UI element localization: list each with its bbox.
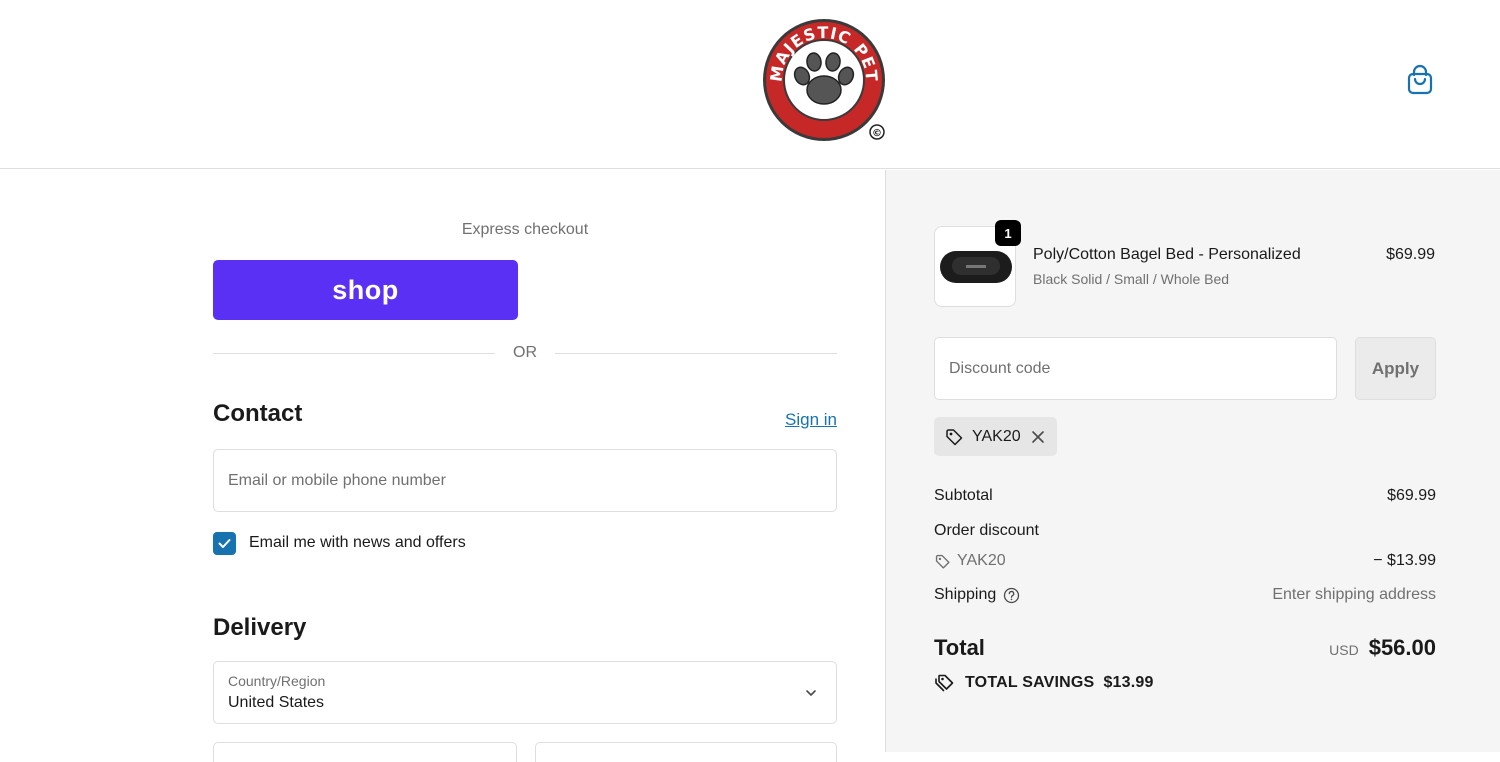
total-amount: $56.00 bbox=[1368, 635, 1436, 660]
apply-discount-button[interactable]: Apply bbox=[1355, 337, 1436, 400]
apply-button-label: Apply bbox=[1371, 358, 1420, 378]
contact-title: Contact bbox=[213, 400, 303, 427]
tag-icon bbox=[946, 428, 963, 445]
divider-line-right bbox=[555, 353, 837, 354]
newsletter-checkbox[interactable] bbox=[213, 531, 236, 555]
country-select-label: Country/Region bbox=[228, 673, 326, 689]
email-field bbox=[213, 449, 837, 512]
product-price: $69.99 bbox=[1386, 246, 1435, 263]
chevron-down-icon bbox=[806, 690, 816, 696]
help-icon[interactable] bbox=[1003, 587, 1020, 604]
newsletter-label: Email me with news and offers bbox=[249, 534, 466, 551]
order-summary: 1 Poly/Cotton Bagel Bed - Personalized B… bbox=[885, 170, 1500, 752]
discount-code-input[interactable] bbox=[949, 338, 1324, 399]
first-name-field[interactable] bbox=[213, 742, 517, 762]
total-label: Total bbox=[934, 635, 985, 660]
shipping-row: Shipping Enter shipping address bbox=[934, 586, 1436, 604]
shopping-bag-icon[interactable] bbox=[1405, 64, 1435, 96]
tag-icon bbox=[935, 554, 950, 569]
subtotal-label: Subtotal bbox=[934, 487, 993, 504]
savings-label: TOTAL SAVINGS bbox=[965, 674, 1095, 691]
order-discount-label: Order discount bbox=[934, 522, 1039, 539]
product-name: Poly/Cotton Bagel Bed - Personalized bbox=[1033, 246, 1301, 263]
discount-amount: − $13.99 bbox=[1373, 552, 1436, 569]
header: MAJESTIC PET EST.1994 © bbox=[0, 0, 1500, 169]
or-divider: OR bbox=[213, 344, 837, 364]
divider-line-left bbox=[213, 353, 495, 354]
email-input[interactable] bbox=[228, 450, 818, 511]
total-savings: TOTAL SAVINGS $13.99 bbox=[934, 673, 1154, 693]
bagel-bed-image bbox=[940, 251, 1012, 283]
shipping-label: Shipping bbox=[934, 586, 997, 603]
express-checkout-label: Express checkout bbox=[461, 221, 589, 238]
remove-discount-icon[interactable] bbox=[1031, 430, 1045, 444]
savings-tag-icon bbox=[935, 674, 954, 692]
product-variant: Black Solid / Small / Whole Bed bbox=[1033, 271, 1230, 287]
logo-copyright-mark: © bbox=[872, 128, 882, 139]
checkout-form: Express checkout shop OR Contact Sign in… bbox=[0, 170, 885, 762]
shop-pay-label: shop bbox=[332, 274, 399, 305]
discount-code-row: YAK20 − $13.99 bbox=[934, 552, 1436, 575]
country-select[interactable]: Country/Region United States bbox=[213, 661, 837, 724]
subtotal-value: $69.99 bbox=[1387, 487, 1436, 504]
last-name-field[interactable] bbox=[535, 742, 837, 762]
or-divider-text: OR bbox=[513, 344, 537, 361]
discount-field bbox=[934, 337, 1337, 400]
sign-in-link[interactable]: Sign in bbox=[785, 410, 837, 430]
applied-discount-code: YAK20 bbox=[972, 427, 1021, 445]
shop-pay-button[interactable]: shop bbox=[213, 260, 518, 320]
shipping-value: Enter shipping address bbox=[1272, 586, 1436, 603]
majestic-pet-logo[interactable]: MAJESTIC PET EST.1994 © bbox=[760, 16, 888, 144]
total-row: Total USD $56.00 bbox=[934, 635, 1436, 665]
delivery-title: Delivery bbox=[213, 614, 307, 641]
currency-code: USD bbox=[1329, 642, 1359, 658]
newsletter-option[interactable]: Email me with news and offers bbox=[213, 531, 466, 555]
quantity-badge: 1 bbox=[995, 220, 1021, 246]
applied-discount-tag: YAK20 bbox=[934, 417, 1057, 456]
country-select-value: United States bbox=[228, 694, 325, 711]
check-icon bbox=[218, 538, 231, 548]
savings-value: $13.99 bbox=[1103, 674, 1154, 691]
subtotal-row: Subtotal $69.99 bbox=[934, 487, 1436, 505]
order-discount-row: Order discount bbox=[934, 522, 1436, 540]
discount-code-label: YAK20 bbox=[957, 552, 1006, 569]
